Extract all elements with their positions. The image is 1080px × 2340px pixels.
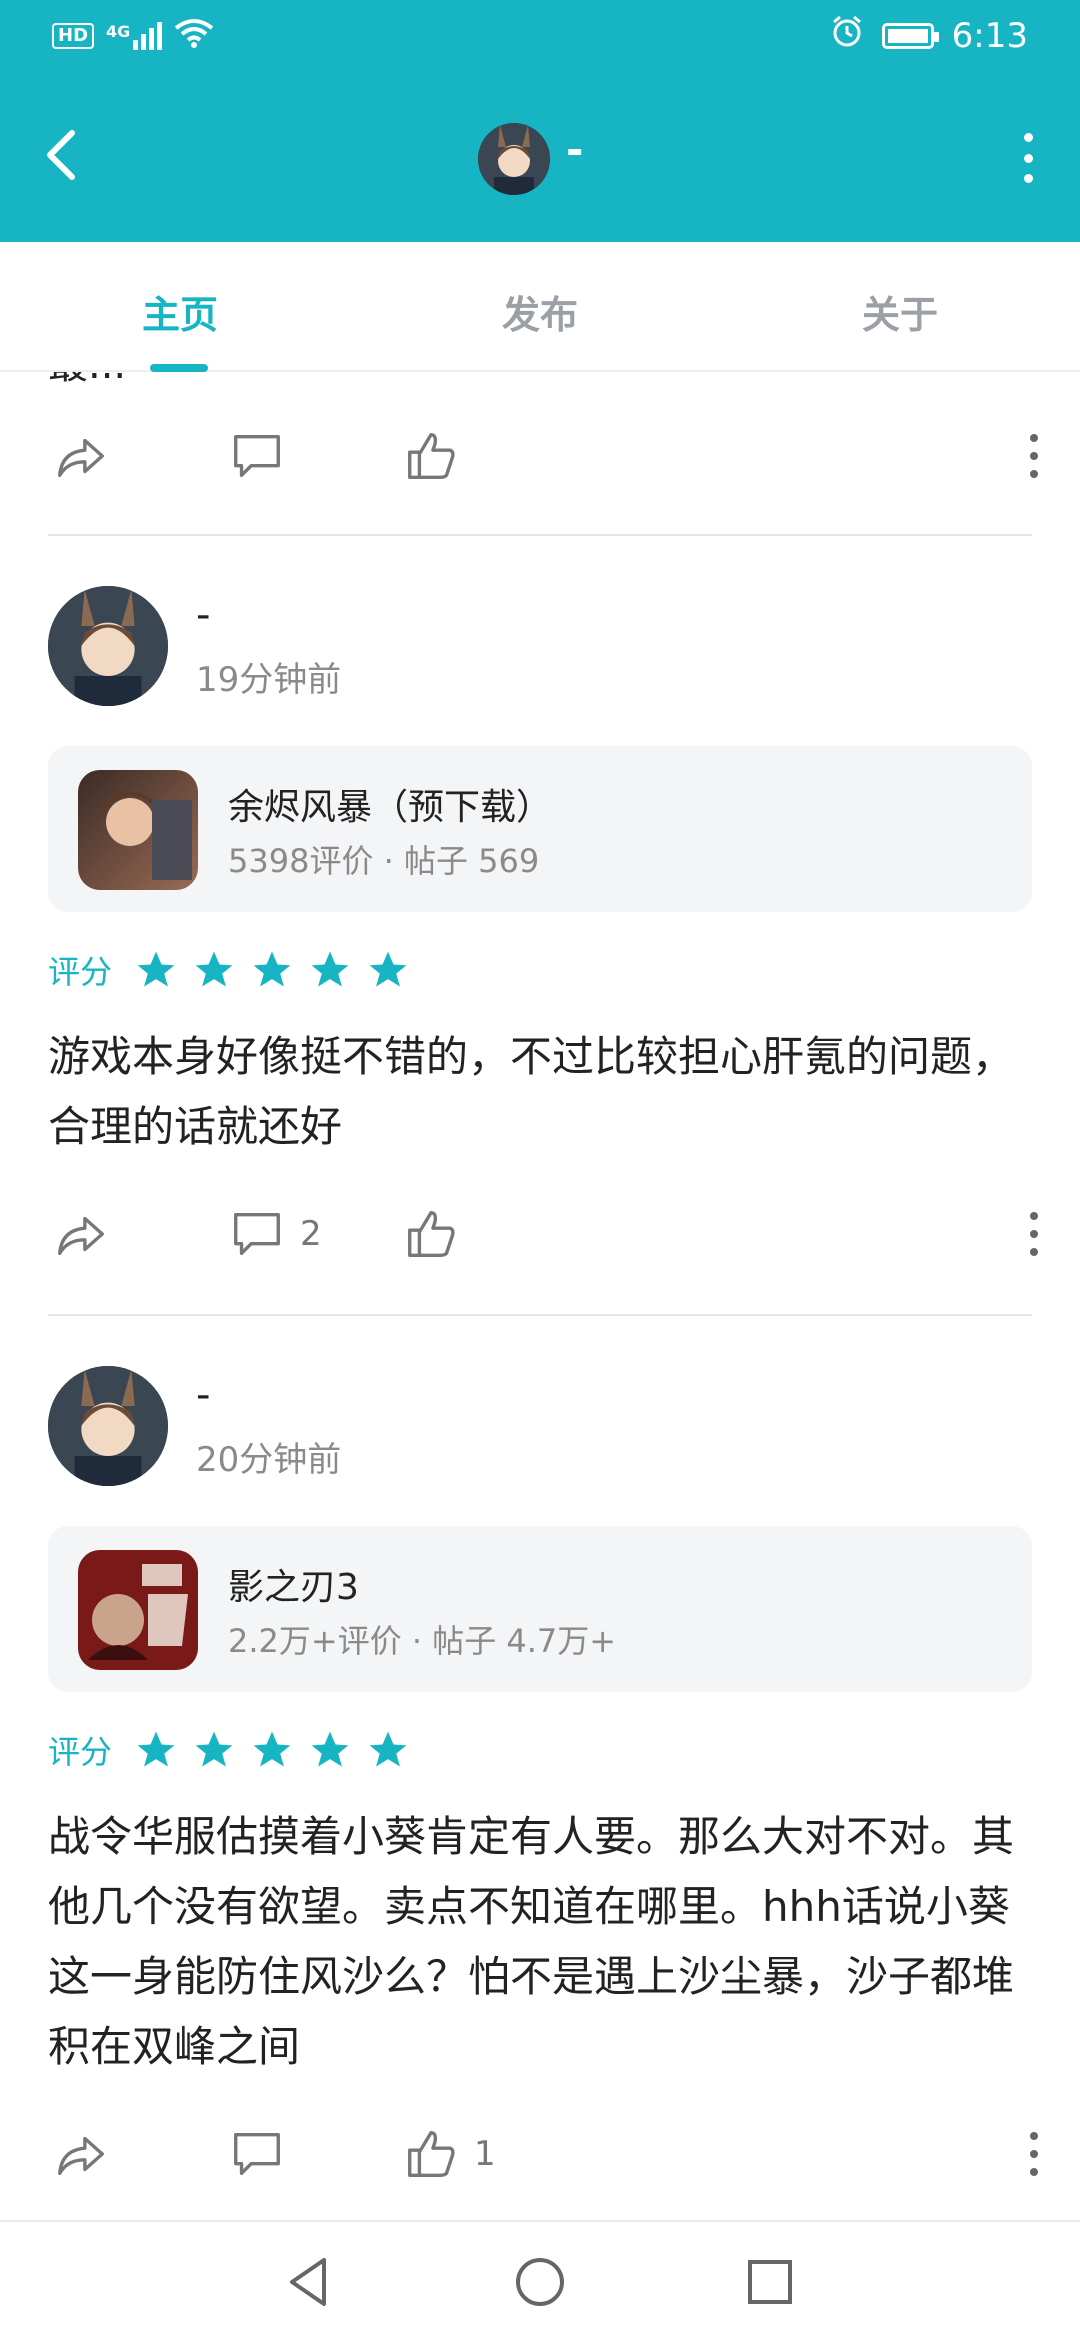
signal-4g-icon: 4G	[106, 22, 163, 50]
post-more-icon[interactable]	[1028, 1212, 1040, 1256]
avatar[interactable]	[48, 1366, 168, 1486]
share-button[interactable]	[52, 1194, 110, 1274]
status-bar: HD 4G 6:13	[0, 0, 1080, 75]
share-button[interactable]	[52, 416, 110, 496]
feed-list[interactable]: 最... - 19分钟前	[0, 372, 1080, 2220]
game-name: 影之刃3	[228, 1567, 359, 1608]
comment-icon	[234, 1212, 280, 1256]
partial-post-text: 最...	[48, 372, 126, 390]
comment-button[interactable]: 2	[228, 1194, 322, 1274]
share-button[interactable]	[52, 2114, 110, 2194]
back-arrow-icon[interactable]	[42, 127, 94, 187]
tab-bar: 主页 发布 关于	[0, 242, 1080, 372]
thumbs-up-icon	[408, 1211, 455, 1257]
more-vertical-icon[interactable]	[1018, 133, 1038, 183]
star-icon	[369, 951, 407, 987]
like-button[interactable]	[402, 1194, 474, 1274]
share-icon	[58, 1216, 104, 1256]
divider	[48, 534, 1032, 536]
like-button[interactable]	[402, 416, 460, 496]
page-title: -	[566, 125, 584, 174]
divider	[48, 1314, 1032, 1316]
system-nav-bar	[0, 2220, 1080, 2340]
avatar[interactable]	[48, 586, 168, 706]
rating-row: 评分	[48, 940, 410, 1000]
game-icon	[78, 770, 198, 890]
user-name[interactable]: -	[196, 1372, 210, 1418]
tab-about[interactable]: 关于	[810, 284, 990, 339]
alarm-icon	[830, 14, 864, 57]
star-icon	[253, 951, 291, 987]
game-icon	[78, 1550, 198, 1670]
rating-label: 评分	[48, 953, 113, 991]
user-name[interactable]: -	[196, 592, 210, 638]
star-icon	[253, 1731, 291, 1767]
recents-square-icon[interactable]	[738, 2250, 802, 2314]
game-card[interactable]: 影之刃3 2.2万+评价 · 帖子 4.7万+	[48, 1526, 1032, 1692]
post-time: 19分钟前	[196, 660, 342, 700]
game-card[interactable]: 余烬风暴（预下载） 5398评价 · 帖子 569	[48, 746, 1032, 912]
hd-icon: HD	[52, 23, 95, 49]
comment-button[interactable]	[228, 416, 286, 496]
post-more-icon[interactable]	[1028, 2132, 1040, 2176]
post-text[interactable]: 游戏本身好像挺不错的，不过比较担心肝氪的问题，合理的话就还好	[48, 1022, 1038, 1162]
star-icon	[195, 951, 233, 987]
comment-icon	[234, 434, 280, 478]
star-icon	[369, 1731, 407, 1767]
star-icon	[137, 951, 175, 987]
post-actions	[0, 416, 1080, 496]
nav-bar: -	[0, 75, 1080, 242]
home-circle-icon[interactable]	[508, 2250, 572, 2314]
clock-time: 6:13	[951, 15, 1028, 56]
game-name: 余烬风暴（预下载）	[228, 787, 553, 828]
share-icon	[58, 2136, 104, 2176]
star-icon	[195, 1731, 233, 1767]
comment-count: 2	[300, 1214, 322, 1254]
back-triangle-icon[interactable]	[278, 2250, 342, 2314]
thumbs-up-icon	[408, 433, 455, 479]
game-meta: 5398评价 · 帖子 569	[228, 842, 540, 880]
post-more-icon[interactable]	[1028, 434, 1040, 478]
star-icon	[311, 1731, 349, 1767]
game-meta: 2.2万+评价 · 帖子 4.7万+	[228, 1622, 617, 1660]
tab-publish[interactable]: 发布	[450, 284, 630, 339]
rating-label: 评分	[48, 1733, 113, 1771]
avatar[interactable]	[478, 123, 550, 195]
star-icon	[137, 1731, 175, 1767]
star-icon	[311, 951, 349, 987]
app-header: HD 4G 6:13 -	[0, 0, 1080, 242]
rating-row: 评分	[48, 1720, 410, 1780]
post-actions: 1	[0, 2114, 1080, 2194]
tab-indicator	[150, 364, 208, 372]
share-icon	[58, 438, 104, 478]
comment-button[interactable]	[228, 2114, 300, 2194]
post-text[interactable]: 战令华服估摸着小葵肯定有人要。那么大对不对。其他几个没有欲望。卖点不知道在哪里。…	[48, 1802, 1038, 2082]
like-button[interactable]: 1	[402, 2114, 496, 2194]
battery-icon	[881, 22, 939, 49]
post-actions: 2	[0, 1194, 1080, 1274]
tab-home[interactable]: 主页	[90, 284, 270, 339]
wifi-icon	[174, 18, 214, 54]
like-count: 1	[474, 2134, 496, 2174]
thumbs-up-icon	[408, 2131, 455, 2177]
comment-icon	[234, 2132, 280, 2176]
post-time: 20分钟前	[196, 1440, 342, 1480]
